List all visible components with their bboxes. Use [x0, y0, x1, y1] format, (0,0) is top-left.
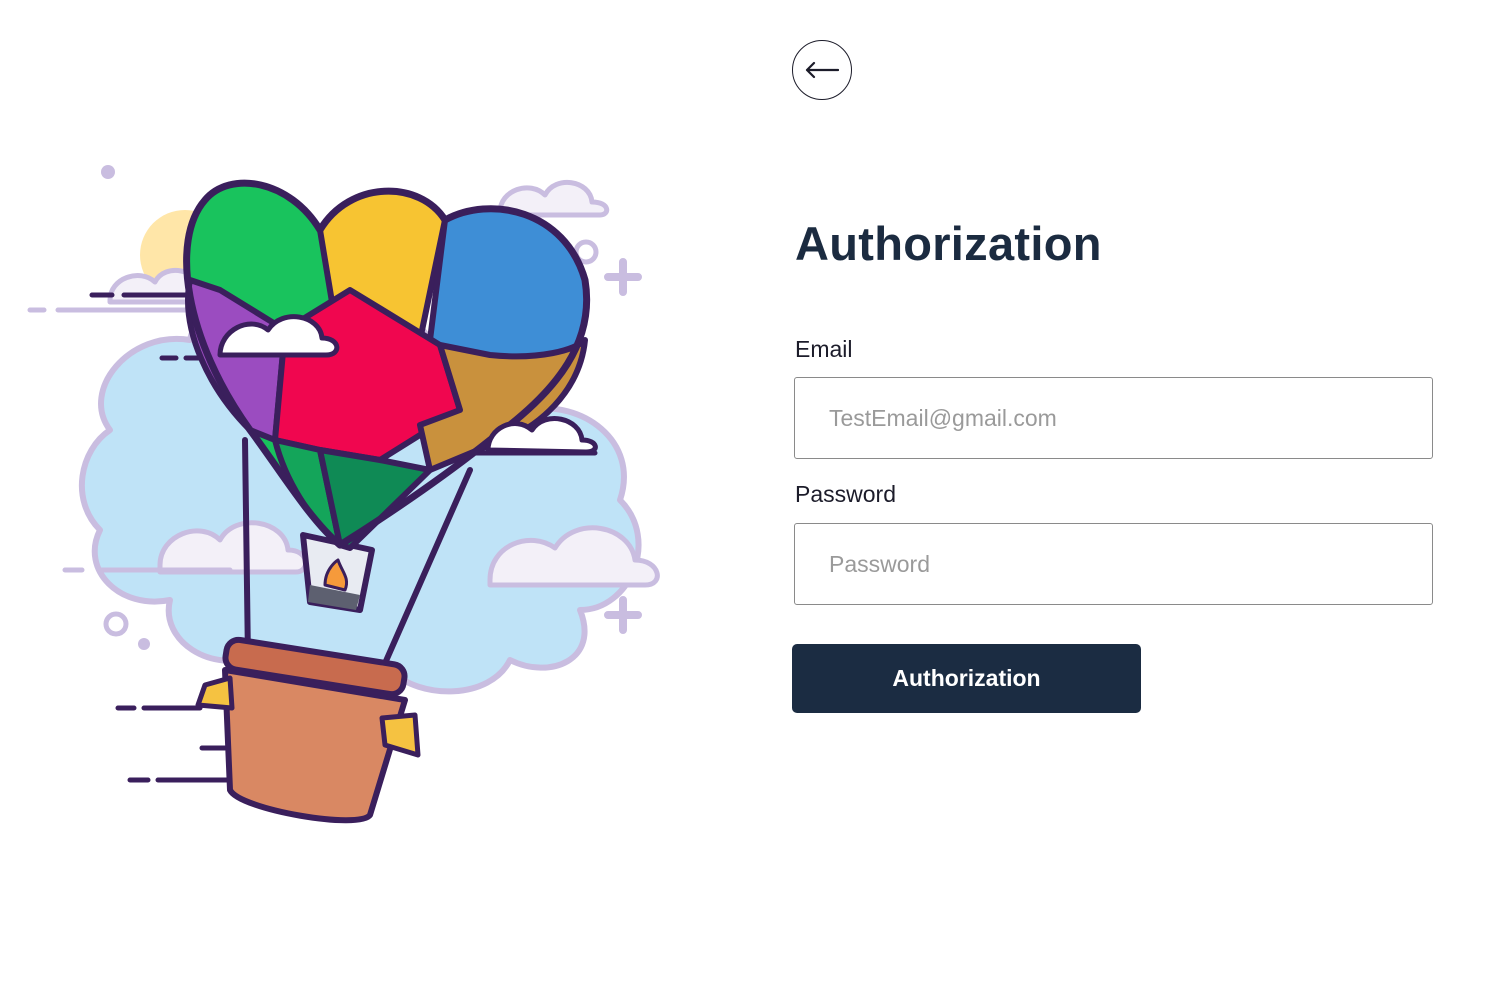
arrow-left-icon — [805, 61, 839, 79]
hot-air-balloon-illustration — [27, 165, 660, 824]
password-field[interactable] — [794, 523, 1433, 605]
login-page: Authorization Email Password Authorizati… — [0, 0, 1512, 982]
password-label: Password — [795, 481, 896, 507]
email-field[interactable] — [794, 377, 1433, 459]
email-label: Email — [795, 336, 853, 362]
authorization-button[interactable]: Authorization — [792, 644, 1141, 713]
back-button[interactable] — [792, 40, 852, 100]
page-title: Authorization — [795, 217, 1102, 270]
